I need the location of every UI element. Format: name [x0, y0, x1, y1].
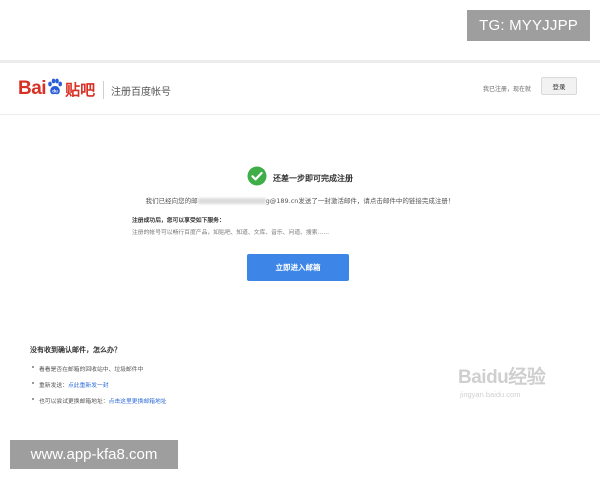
baidu-tieba-logo[interactable]: Bai du 贴吧 [18, 75, 95, 103]
help-item-text: 重新发送： [39, 383, 68, 389]
login-button[interactable]: 登录 [541, 77, 577, 95]
logo-tieba-text: 贴吧 [65, 81, 96, 99]
paw-icon: du [47, 78, 63, 101]
help-item: 重新发送：点此重新发一封 [32, 380, 167, 389]
tg-overlay-badge: TG: MYYJJPP [467, 10, 590, 41]
success-row: 还差一步即可完成注册 [0, 166, 600, 190]
watermark-text: Baidu经验 [458, 367, 546, 388]
bullet-icon [32, 382, 34, 384]
features-title: 注册成功后，您可以享受如下服务： [132, 218, 225, 224]
svg-text:du: du [52, 88, 58, 93]
help-item: 也可以尝试更换邮箱地址：点击这里更换邮箱地址 [32, 396, 167, 405]
check-circle-icon [247, 166, 267, 190]
header-divider [103, 81, 104, 99]
help-list: 看看是否在邮箱的回收站中、垃圾邮件中 重新发送：点此重新发一封 也可以尝试更换邮… [32, 364, 167, 412]
bullet-icon [32, 366, 34, 368]
baidu-jingyan-watermark: Baidu经验 jingyan.baidu.com [458, 356, 568, 408]
login-hint: 我已注册，现在就 [483, 86, 532, 93]
change-email-link[interactable]: 点击这里更换邮箱地址 [109, 399, 167, 405]
page-title: 注册百度帐号 [111, 87, 171, 98]
header: Bai du 贴吧 注册百度帐号 我已注册，现在就 登录 [0, 63, 600, 115]
help-item: 看看是否在邮箱的回收站中、垃圾邮件中 [32, 364, 167, 373]
features-description: 注册的帐号可以畅行百度产品，如贴吧、知道、文库、音乐、问道、搜索…… [132, 230, 330, 236]
success-title: 还差一步即可完成注册 [273, 173, 353, 183]
resend-email-link[interactable]: 点此重新发一封 [68, 383, 109, 389]
help-item-text: 也可以尝试更换邮箱地址： [39, 399, 109, 405]
logo-bai-text: Bai [18, 78, 47, 99]
enter-mailbox-button[interactable]: 立即进入邮箱 [247, 254, 349, 281]
sent-suffix: g@189.cn发送了一封激活邮件，请点击邮件中的链接完成注册！ [265, 197, 455, 205]
masked-email [197, 198, 266, 204]
bullet-icon [32, 398, 34, 400]
help-item-text: 看看是否在邮箱的回收站中、垃圾邮件中 [39, 367, 144, 373]
app-overlay-badge: www.app-kfa8.com [10, 440, 178, 469]
email-sent-notice: 我们已经向您的邮 g@189.cn发送了一封激活邮件，请点击邮件中的链接完成注册！ [0, 195, 600, 205]
sent-prefix: 我们已经向您的邮 [145, 197, 198, 205]
watermark-subtext: jingyan.baidu.com [460, 390, 521, 399]
help-title: 没有收到确认邮件，怎么办？ [30, 346, 121, 354]
